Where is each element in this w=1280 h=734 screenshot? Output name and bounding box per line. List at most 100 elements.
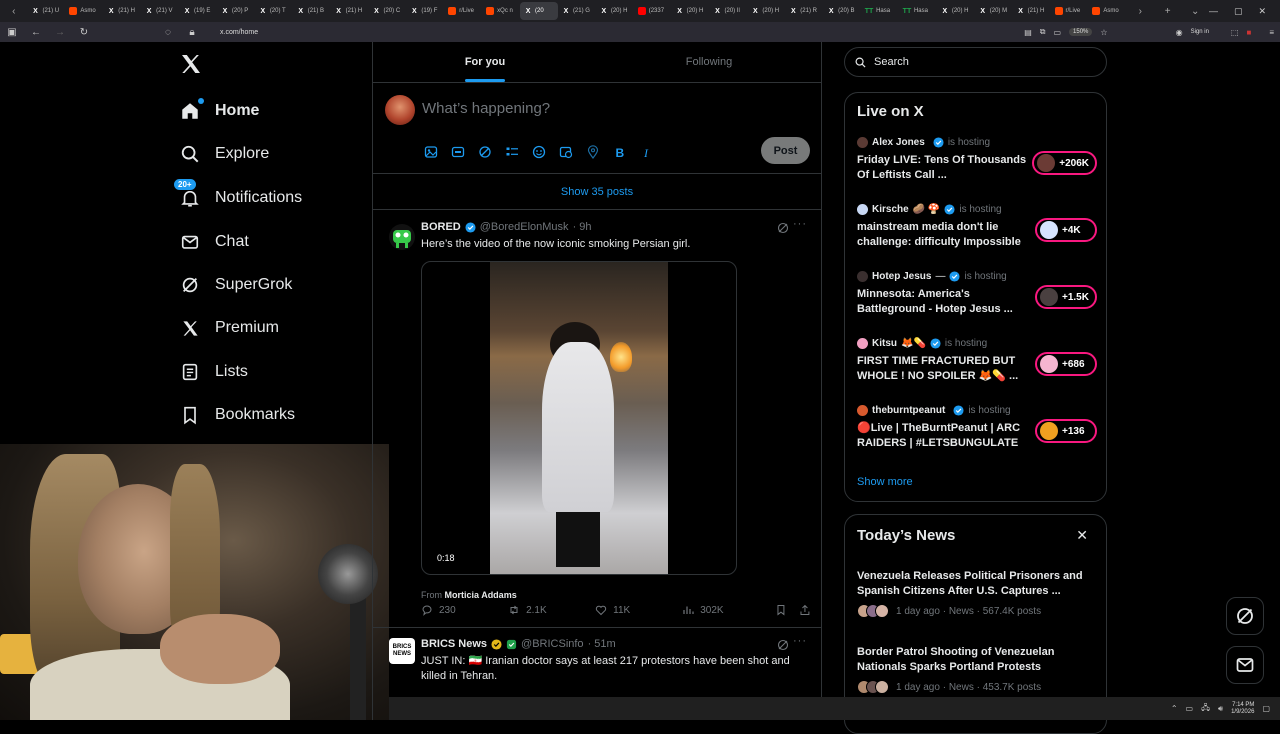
- live-listener-pill[interactable]: +136: [1035, 419, 1097, 443]
- live-item[interactable]: Kirsche 🥔 🍄 is hosting mainstream media don…: [857, 204, 1097, 250]
- browser-tab[interactable]: X (21) G: [558, 2, 596, 20]
- browser-tab[interactable]: X (21) B: [293, 2, 331, 20]
- nav-item-supergrok[interactable]: SuperGrok: [179, 269, 292, 301]
- live-listener-pill[interactable]: +686: [1035, 352, 1097, 376]
- avatar[interactable]: BRICS NEWS: [389, 638, 415, 664]
- grok-icon[interactable]: [777, 222, 789, 234]
- live-listener-pill[interactable]: +4K: [1035, 218, 1097, 242]
- news-item[interactable]: Venezuela Releases Political Prisoners a…: [857, 569, 1097, 618]
- minimize-icon[interactable]: —: [1209, 6, 1218, 17]
- live-item[interactable]: Kitsu 🦊💊 is hosting FIRST TIME FRACTURED BU…: [857, 338, 1097, 384]
- live-item[interactable]: Alex Jones is hosting Friday LIVE: Tens Of…: [857, 137, 1097, 183]
- share-icon[interactable]: [799, 604, 811, 616]
- ublock-icon[interactable]: ■: [1246, 28, 1251, 37]
- author-name[interactable]: BRICS News: [421, 638, 487, 650]
- reply-button[interactable]: 230: [421, 604, 508, 616]
- browser-tab[interactable]: X (20) M: [975, 2, 1013, 20]
- browser-tab[interactable]: X (20) P: [217, 2, 255, 20]
- nav-item-explore[interactable]: Explore: [179, 138, 269, 170]
- browser-tab[interactable]: TT Hasa: [899, 2, 937, 20]
- browser-tab[interactable]: X (20) B: [823, 2, 861, 20]
- zoom-level[interactable]: 150%: [1069, 28, 1093, 36]
- network-icon[interactable]: 🖧︎: [1201, 702, 1210, 716]
- browser-tab[interactable]: X (20) C: [368, 2, 406, 20]
- more-options-icon[interactable]: ···: [793, 218, 807, 230]
- nav-item-home[interactable]: Home: [179, 95, 259, 127]
- media-icon[interactable]: [424, 145, 438, 159]
- close-icon[interactable]: ✕: [1258, 6, 1266, 17]
- menu-icon[interactable]: ≡: [1269, 28, 1274, 37]
- reload-icon[interactable]: ↻: [78, 27, 90, 38]
- bold-icon[interactable]: B: [613, 145, 627, 159]
- browser-tab[interactable]: X (20: [520, 2, 558, 20]
- browser-tab[interactable]: X (21) H: [103, 2, 141, 20]
- messages-floating-button[interactable]: [1226, 646, 1264, 684]
- tab-list-icon[interactable]: ‹: [0, 0, 27, 22]
- author-handle[interactable]: @BRICSinfo: [521, 638, 584, 650]
- gif-icon[interactable]: [451, 145, 465, 159]
- search-input[interactable]: Search: [844, 47, 1107, 77]
- browser-tab[interactable]: TT Hasa: [861, 2, 899, 20]
- post-button[interactable]: Post: [761, 137, 810, 164]
- back-icon[interactable]: ←: [30, 27, 42, 38]
- views-button[interactable]: 302K: [682, 604, 775, 616]
- bookmark-icon[interactable]: [775, 604, 787, 616]
- browser-tab[interactable]: r/Live: [444, 2, 482, 20]
- repost-button[interactable]: 2.1K: [508, 604, 595, 616]
- screenshot-icon[interactable]: ⧉: [1040, 27, 1046, 37]
- tab-for-you[interactable]: For you: [373, 42, 597, 82]
- browser-tab[interactable]: Asmo: [1088, 2, 1126, 20]
- browser-tab[interactable]: r/Live: [1051, 2, 1089, 20]
- post-time[interactable]: · 9h: [573, 221, 592, 233]
- browser-tab[interactable]: X (21) H: [1013, 2, 1051, 20]
- maximize-icon[interactable]: ▢: [1234, 6, 1243, 17]
- post[interactable]: BORED @BoredElonMusk · 9h ··· Here’s the…: [373, 210, 821, 628]
- live-item[interactable]: theburntpeanut is hosting 🔴Live | TheBurnt…: [857, 405, 1097, 451]
- nav-item-bookmarks[interactable]: Bookmarks: [179, 399, 295, 431]
- nav-item-premium[interactable]: Premium: [179, 312, 279, 344]
- like-button[interactable]: 11K: [595, 604, 682, 616]
- browser-tab[interactable]: X (19) E: [179, 2, 217, 20]
- reader-icon[interactable]: ▤: [1024, 28, 1032, 37]
- volume-icon[interactable]: 🔊︎: [1218, 704, 1223, 714]
- nav-item-lists[interactable]: Lists: [179, 356, 248, 388]
- shield-icon[interactable]: ◌: [162, 27, 174, 38]
- browser-tab[interactable]: xQc n: [482, 2, 520, 20]
- x-logo-icon[interactable]: [179, 52, 203, 76]
- post-video[interactable]: 0:18: [421, 261, 737, 575]
- display-icon[interactable]: ▭: [1186, 704, 1194, 713]
- emoji-icon[interactable]: [532, 145, 546, 159]
- schedule-icon[interactable]: [559, 145, 573, 159]
- tab-following[interactable]: Following: [597, 42, 821, 82]
- close-icon[interactable]: ✕: [1076, 527, 1088, 544]
- post-time[interactable]: · 51m: [588, 638, 616, 650]
- more-options-icon[interactable]: ···: [793, 635, 807, 647]
- browser-tab[interactable]: (2337: [634, 2, 672, 20]
- nav-item-notifications[interactable]: 20+ Notifications: [173, 178, 302, 214]
- system-clock[interactable]: 7:14 PM 1/9/2026: [1231, 702, 1254, 716]
- grok-floating-button[interactable]: [1226, 597, 1264, 635]
- italic-icon[interactable]: I: [640, 145, 654, 159]
- sidebar-toggle-icon[interactable]: ▣: [6, 27, 18, 38]
- grok-compose-icon[interactable]: [478, 145, 492, 159]
- browser-tab[interactable]: X (21) V: [141, 2, 179, 20]
- author-handle[interactable]: @BoredElonMusk: [480, 221, 569, 233]
- poll-icon[interactable]: [505, 145, 519, 159]
- browser-tab[interactable]: X (20) H: [596, 2, 634, 20]
- account-icon[interactable]: ◉: [1176, 28, 1183, 37]
- browser-tab[interactable]: X (20) Il: [710, 2, 748, 20]
- news-item[interactable]: Border Patrol Shooting of Venezuelan Nat…: [857, 645, 1097, 694]
- avatar[interactable]: [389, 224, 415, 250]
- browser-tab[interactable]: X (20) H: [672, 2, 710, 20]
- tray-chevron-icon[interactable]: ⌃: [1171, 704, 1178, 713]
- picture-in-picture-icon[interactable]: ▭: [1053, 28, 1061, 37]
- browser-tab[interactable]: Asmo: [65, 2, 103, 20]
- show-new-posts-button[interactable]: Show 35 posts: [373, 174, 821, 210]
- live-listener-pill[interactable]: +206K: [1032, 151, 1097, 175]
- browser-tab[interactable]: X (19) F: [406, 2, 444, 20]
- nav-item-chat[interactable]: Chat: [179, 226, 249, 258]
- tab-list-chevron-icon[interactable]: ⌄: [1181, 0, 1208, 22]
- browser-tab[interactable]: X (20) H: [747, 2, 785, 20]
- bookmark-star-icon[interactable]: ☆: [1100, 28, 1107, 37]
- avatar[interactable]: [385, 95, 415, 125]
